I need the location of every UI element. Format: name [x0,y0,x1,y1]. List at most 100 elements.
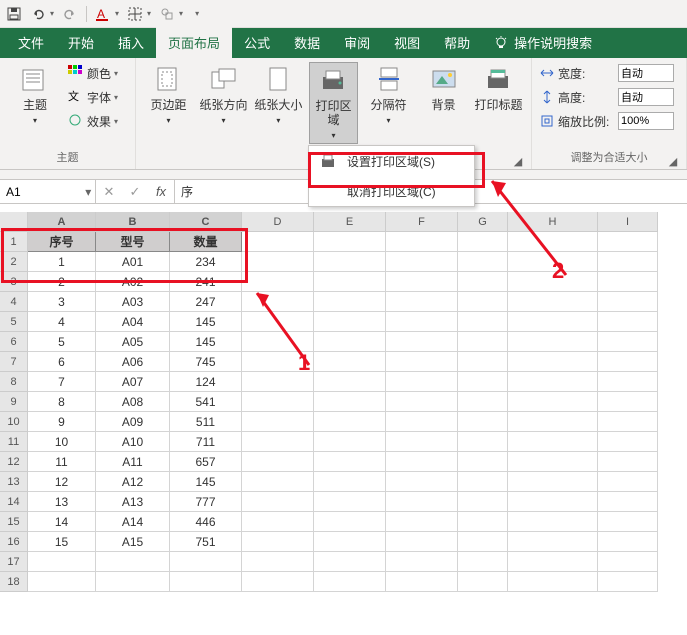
column-header-C[interactable]: C [170,212,242,232]
cell[interactable] [598,412,658,432]
cell[interactable] [170,572,242,592]
row-header[interactable]: 3 [0,272,28,292]
cell[interactable]: 124 [170,372,242,392]
cell[interactable] [386,232,458,252]
cell[interactable] [458,372,508,392]
cell[interactable] [508,572,598,592]
width-input[interactable] [618,64,674,82]
cell[interactable] [598,392,658,412]
cell[interactable]: 234 [170,252,242,272]
cell[interactable] [458,472,508,492]
cell[interactable] [28,552,96,572]
cancel-formula-icon[interactable]: ✕ [96,184,122,200]
cell[interactable] [242,332,314,352]
background-button[interactable]: 背景 [419,62,468,112]
cell[interactable] [458,432,508,452]
cell[interactable] [458,272,508,292]
breaks-button[interactable]: 分隔符▾ [364,62,413,128]
cell[interactable] [458,572,508,592]
cell[interactable]: 511 [170,412,242,432]
cell[interactable] [386,392,458,412]
cell[interactable] [242,552,314,572]
cell[interactable] [386,452,458,472]
cell[interactable] [386,532,458,552]
cell[interactable]: A14 [96,512,170,532]
effects-button[interactable]: 效果▾ [68,110,118,132]
cell[interactable]: 6 [28,352,96,372]
cell[interactable] [508,232,598,252]
font-color-dropdown-icon[interactable]: ▾ [115,9,119,18]
cell[interactable] [314,512,386,532]
cell[interactable]: 13 [28,492,96,512]
cell[interactable] [96,572,170,592]
cell[interactable] [458,312,508,332]
cell[interactable]: 711 [170,432,242,452]
cell[interactable] [598,232,658,252]
row-header[interactable]: 15 [0,512,28,532]
tab-review[interactable]: 审阅 [332,27,382,58]
cell[interactable] [458,392,508,412]
tab-home[interactable]: 开始 [56,27,106,58]
cell[interactable]: A08 [96,392,170,412]
qat-customize-icon[interactable]: ▾ [195,9,199,18]
cell[interactable] [598,332,658,352]
cell[interactable] [458,332,508,352]
cell[interactable] [386,512,458,532]
name-box[interactable]: ▾ [0,180,96,203]
cell[interactable]: 247 [170,292,242,312]
cell[interactable] [598,312,658,332]
cell[interactable]: A13 [96,492,170,512]
column-header-D[interactable]: D [242,212,314,232]
cell[interactable] [242,432,314,452]
cell[interactable] [508,352,598,372]
cell[interactable] [242,452,314,472]
cell[interactable] [242,252,314,272]
undo-dropdown-icon[interactable]: ▾ [50,9,54,18]
cell[interactable] [242,232,314,252]
cell[interactable] [458,492,508,512]
cell[interactable] [458,292,508,312]
cell[interactable] [598,352,658,372]
cell[interactable] [508,432,598,452]
cell[interactable] [508,492,598,512]
cell[interactable] [598,472,658,492]
cell[interactable]: 4 [28,312,96,332]
cell[interactable] [242,292,314,312]
cell[interactable] [386,492,458,512]
cell[interactable] [458,252,508,272]
cell[interactable]: 5 [28,332,96,352]
scale-launcher-icon[interactable]: ◢ [668,155,678,165]
cell[interactable] [508,512,598,532]
cell[interactable] [28,572,96,592]
cell[interactable] [508,292,598,312]
cell[interactable] [458,512,508,532]
cell[interactable] [314,572,386,592]
font-color-icon[interactable]: A [95,6,111,22]
cell[interactable]: 8 [28,392,96,412]
cell[interactable] [242,572,314,592]
cell[interactable] [314,252,386,272]
row-header[interactable]: 9 [0,392,28,412]
cell[interactable] [242,492,314,512]
print-area-button[interactable]: 打印区域▾ [309,62,358,144]
cell[interactable] [386,372,458,392]
cell[interactable] [314,372,386,392]
row-header[interactable]: 18 [0,572,28,592]
page-setup-launcher-icon[interactable]: ◢ [513,155,523,165]
row-header[interactable]: 4 [0,292,28,312]
cell[interactable]: 14 [28,512,96,532]
cell[interactable] [314,552,386,572]
cell[interactable] [170,552,242,572]
colors-button[interactable]: 颜色▾ [68,62,118,84]
cell[interactable]: A02 [96,272,170,292]
scale-input[interactable] [618,112,674,130]
tab-file[interactable]: 文件 [6,27,56,58]
cell[interactable] [508,412,598,432]
cell[interactable]: 745 [170,352,242,372]
cell[interactable] [598,432,658,452]
clear-print-area-item[interactable]: 取消打印区域(C) [309,176,474,206]
cell[interactable]: A06 [96,352,170,372]
cell[interactable]: A07 [96,372,170,392]
cell[interactable] [314,272,386,292]
row-header[interactable]: 10 [0,412,28,432]
